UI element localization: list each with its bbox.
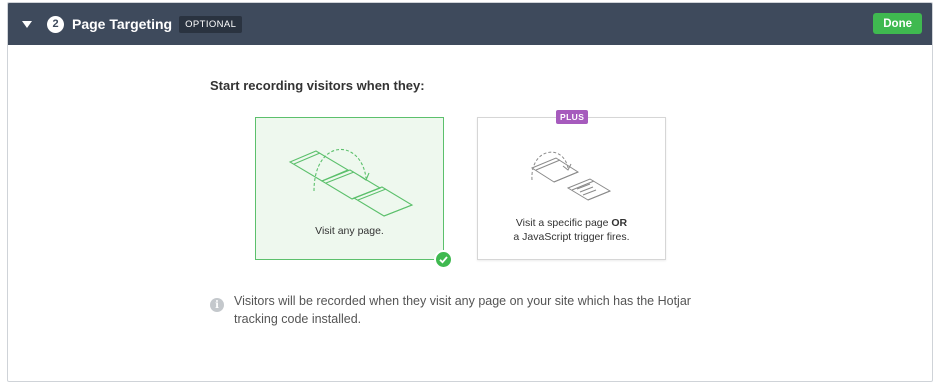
caret-down-icon[interactable] — [22, 20, 32, 28]
targeting-prompt: Start recording visitors when they: — [210, 78, 425, 93]
panel-header[interactable]: 2 Page Targeting OPTIONAL Done — [8, 3, 932, 45]
option-any-page[interactable]: Visit any page. — [255, 117, 444, 260]
done-button[interactable]: Done — [873, 13, 922, 34]
info-icon: i — [210, 298, 224, 312]
plus-badge: PLUS — [556, 110, 589, 124]
option-label: Visit any page. — [315, 225, 384, 237]
option-specific-page[interactable]: Visit a specific page OR a JavaScript tr… — [477, 117, 666, 260]
optional-badge: OPTIONAL — [179, 15, 243, 33]
panel-title: Page Targeting — [72, 16, 173, 32]
info-text: Visitors will be recorded when they visi… — [234, 294, 691, 326]
pages-illustration-icon — [288, 149, 414, 217]
check-icon — [434, 250, 453, 269]
step-number: 2 — [47, 15, 64, 33]
option-label: Visit a specific page OR a JavaScript tr… — [513, 217, 630, 243]
